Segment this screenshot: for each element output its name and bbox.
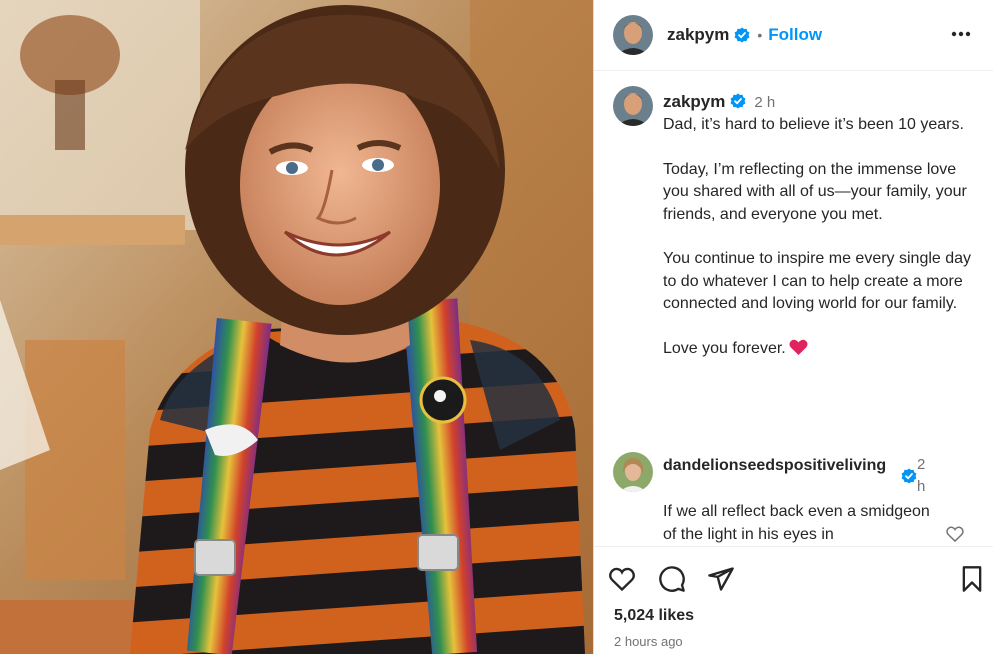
post-photo-illustration [0, 0, 593, 654]
caption-author-avatar[interactable] [613, 86, 653, 126]
comment-timestamp[interactable]: 2h [917, 454, 929, 498]
caption-paragraph: You continue to inspire me every single … [663, 250, 972, 312]
more-options-icon[interactable] [949, 22, 973, 46]
verified-badge-icon [730, 93, 746, 109]
commenter-username[interactable]: dandelionseedspositiveliving [663, 454, 888, 477]
caption-paragraph: Love you forever. [663, 339, 786, 357]
follow-button[interactable]: Follow [768, 25, 822, 45]
comment-like-heart-icon[interactable] [945, 524, 965, 544]
author-avatar[interactable] [613, 15, 653, 55]
red-heart-emoji-icon [789, 339, 808, 364]
verified-badge-icon [901, 468, 917, 484]
separator-dot: • [757, 27, 763, 43]
caption-text: Dad, it’s hard to believe it’s been 10 y… [663, 114, 973, 363]
verified-badge-icon [734, 27, 750, 43]
caption-body: zakpym 2 h Dad, it’s hard to believe it’s… [663, 90, 973, 363]
post-side-panel: zakpym • Follow zakpym 2 h Dad, it’s har… [593, 0, 994, 654]
bookmark-icon[interactable] [957, 564, 987, 594]
heart-outline-icon[interactable] [607, 564, 637, 594]
post-photo[interactable] [0, 0, 593, 654]
caption-username[interactable]: zakpym [663, 92, 725, 111]
comment-text: If we all reflect back even a smidgeon o… [663, 503, 930, 543]
caption-timestamp[interactable]: 2 h [754, 94, 775, 111]
commenter-avatar[interactable] [613, 452, 653, 492]
likes-count[interactable]: 5,024 likes [614, 607, 694, 625]
post-header: zakpym • Follow [594, 0, 993, 71]
caption-paragraph: Dad, it’s hard to believe it’s been 10 y… [663, 116, 964, 133]
post-timestamp[interactable]: 2 hours ago [614, 634, 683, 649]
share-icon[interactable] [706, 564, 736, 594]
caption-paragraph-last: Love you forever. [663, 338, 973, 364]
comment-icon[interactable] [657, 564, 687, 594]
caption-paragraph: Today, I’m reflecting on the immense lov… [663, 160, 967, 223]
comments-scroll-area[interactable]: zakpym 2 h Dad, it’s hard to believe it’s… [594, 72, 993, 546]
author-username[interactable]: zakpym [667, 25, 729, 45]
post-actions-bar: 5,024 likes 2 hours ago [594, 546, 993, 654]
instagram-post-modal: zakpym • Follow zakpym 2 h Dad, it’s har… [0, 0, 994, 654]
